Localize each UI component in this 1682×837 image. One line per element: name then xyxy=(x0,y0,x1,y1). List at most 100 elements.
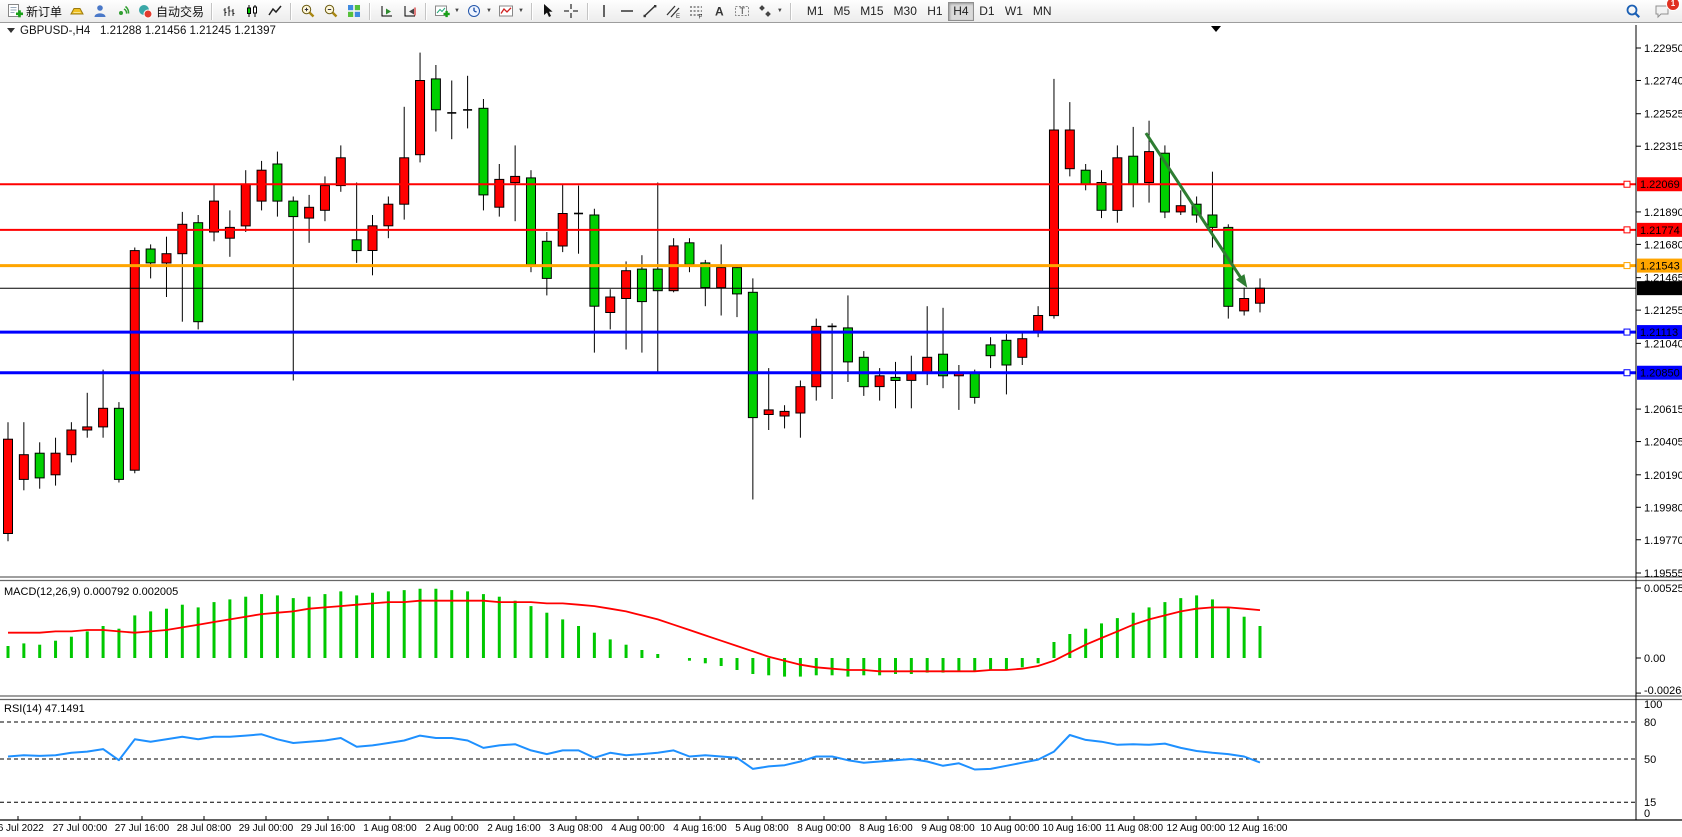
line-handle[interactable] xyxy=(1624,329,1630,335)
time-label: 12 Aug 00:00 xyxy=(1167,823,1226,834)
channel-tool-button[interactable]: E xyxy=(662,1,685,22)
time-label: 27 Jul 00:00 xyxy=(53,823,108,834)
candle-body xyxy=(923,357,932,373)
crosshair-tool-button[interactable] xyxy=(560,1,583,22)
time-label: 2 Aug 16:00 xyxy=(487,823,541,834)
price-tick-label: 1.22950 xyxy=(1644,43,1682,55)
time-label: 12 Aug 16:00 xyxy=(1229,823,1288,834)
candle-body xyxy=(35,453,44,478)
search-button[interactable] xyxy=(1622,1,1645,22)
bar-chart-icon xyxy=(221,3,237,19)
notification-badge[interactable]: 1 xyxy=(1666,0,1680,11)
cursor-tool-button[interactable] xyxy=(537,1,560,22)
trendline-tool-button[interactable] xyxy=(639,1,662,22)
line-handle[interactable] xyxy=(1624,181,1630,187)
candle-body xyxy=(1034,316,1043,332)
timeframe-m30[interactable]: M30 xyxy=(889,2,922,21)
timeframe-m1[interactable]: M1 xyxy=(802,2,829,21)
line-handle[interactable] xyxy=(1624,263,1630,269)
candle-body xyxy=(431,79,440,110)
candle-body xyxy=(1018,339,1027,358)
candle-body xyxy=(780,411,789,416)
new-template-button[interactable]: ▼ xyxy=(431,1,463,22)
rsi-axis-label: 100 xyxy=(1644,699,1662,711)
rsi-axis-label: 0 xyxy=(1644,808,1650,820)
candle-body xyxy=(1208,215,1217,227)
dropdown-caret-icon: ▼ xyxy=(486,8,492,14)
timeframe-h4[interactable]: H4 xyxy=(948,2,974,21)
zoom-out-icon xyxy=(323,3,339,19)
indicators-button[interactable]: ▼ xyxy=(495,1,527,22)
price-tick-label: 1.19980 xyxy=(1644,502,1682,514)
tile-windows-button[interactable] xyxy=(342,1,365,22)
period-button[interactable]: ▼ xyxy=(463,1,495,22)
candle-body xyxy=(479,108,488,195)
timeframe-d1[interactable]: D1 xyxy=(974,2,1000,21)
text-tool-button[interactable]: A xyxy=(708,1,731,22)
doji-dash xyxy=(447,112,456,114)
fibonacci-icon: F xyxy=(688,3,704,19)
macd-signal-line xyxy=(8,601,1260,672)
person-icon xyxy=(92,3,108,19)
line-chart-button[interactable] xyxy=(263,1,286,22)
candle-body xyxy=(526,178,535,265)
time-label: 10 Aug 00:00 xyxy=(981,823,1040,834)
candle-body xyxy=(400,158,409,204)
price-tick-label: 1.20615 xyxy=(1644,404,1682,416)
symbol-dropdown-icon[interactable] xyxy=(7,28,15,33)
candle-body xyxy=(305,207,314,218)
candle-body xyxy=(162,254,171,263)
timeframe-m5[interactable]: M5 xyxy=(829,2,856,21)
template-icon xyxy=(434,3,450,19)
price-badge-label: 1.20850 xyxy=(1640,368,1680,380)
doji-dash xyxy=(828,326,837,328)
macd-axis-label: 0.005258 xyxy=(1644,583,1682,595)
latest-bar-marker-icon xyxy=(1211,26,1221,32)
zoom-out-button[interactable] xyxy=(319,1,342,22)
svg-text:T: T xyxy=(740,6,746,16)
toolbar-separator xyxy=(211,3,213,20)
timeframe-mn[interactable]: MN xyxy=(1028,2,1057,21)
horizontal-line-tool-button[interactable] xyxy=(616,1,639,22)
candle-body xyxy=(875,376,884,387)
timeframe-h1[interactable]: H1 xyxy=(922,2,948,21)
candle-body xyxy=(796,387,805,413)
doji-dash xyxy=(574,213,583,215)
candle-body xyxy=(970,373,979,398)
candle-body xyxy=(606,297,615,313)
signal-icon xyxy=(115,3,131,19)
line-handle[interactable] xyxy=(1624,370,1630,376)
fibonacci-tool-button[interactable]: F xyxy=(685,1,708,22)
chart-shift-button[interactable] xyxy=(398,1,421,22)
candle-body xyxy=(51,453,60,475)
chart-ohlc-values: 1.21288 1.21456 1.21245 1.21397 xyxy=(100,25,276,37)
market-watch-button[interactable] xyxy=(65,1,88,22)
dropdown-caret-icon: ▼ xyxy=(518,8,524,14)
chart-shift-icon xyxy=(402,3,418,19)
candle-body xyxy=(542,241,551,278)
macd-indicator-label: MACD(12,26,9) 0.000792 0.002005 xyxy=(4,586,178,598)
new-order-button[interactable]: 新订单 xyxy=(4,1,65,22)
candle-body xyxy=(1065,130,1074,169)
candlestick-chart-button[interactable] xyxy=(240,1,263,22)
timeframe-w1[interactable]: W1 xyxy=(1000,2,1028,21)
label-tool-button[interactable]: T xyxy=(731,1,754,22)
toolbar-separator xyxy=(369,3,371,20)
auto-trading-button[interactable]: 自动交易 xyxy=(134,1,207,22)
auto-scroll-button[interactable] xyxy=(375,1,398,22)
candle-body xyxy=(653,269,662,291)
chart-canvas: 1.229501.227401.225251.223151.218901.216… xyxy=(0,0,1682,837)
line-handle[interactable] xyxy=(1624,227,1630,233)
rsi-pane: 1008050150 xyxy=(0,699,1662,820)
clock-icon xyxy=(466,3,482,19)
vertical-line-tool-button[interactable] xyxy=(593,1,616,22)
rsi-indicator-label: RSI(14) 47.1491 xyxy=(4,703,85,715)
navigator-button[interactable] xyxy=(111,1,134,22)
line-chart-icon xyxy=(267,3,283,19)
data-window-button[interactable] xyxy=(88,1,111,22)
timeframe-m15[interactable]: M15 xyxy=(855,2,888,21)
bar-chart-button[interactable] xyxy=(217,1,240,22)
auto-scroll-icon xyxy=(379,3,395,19)
arrows-tool-button[interactable]: ▼ xyxy=(754,1,786,22)
zoom-in-button[interactable] xyxy=(296,1,319,22)
